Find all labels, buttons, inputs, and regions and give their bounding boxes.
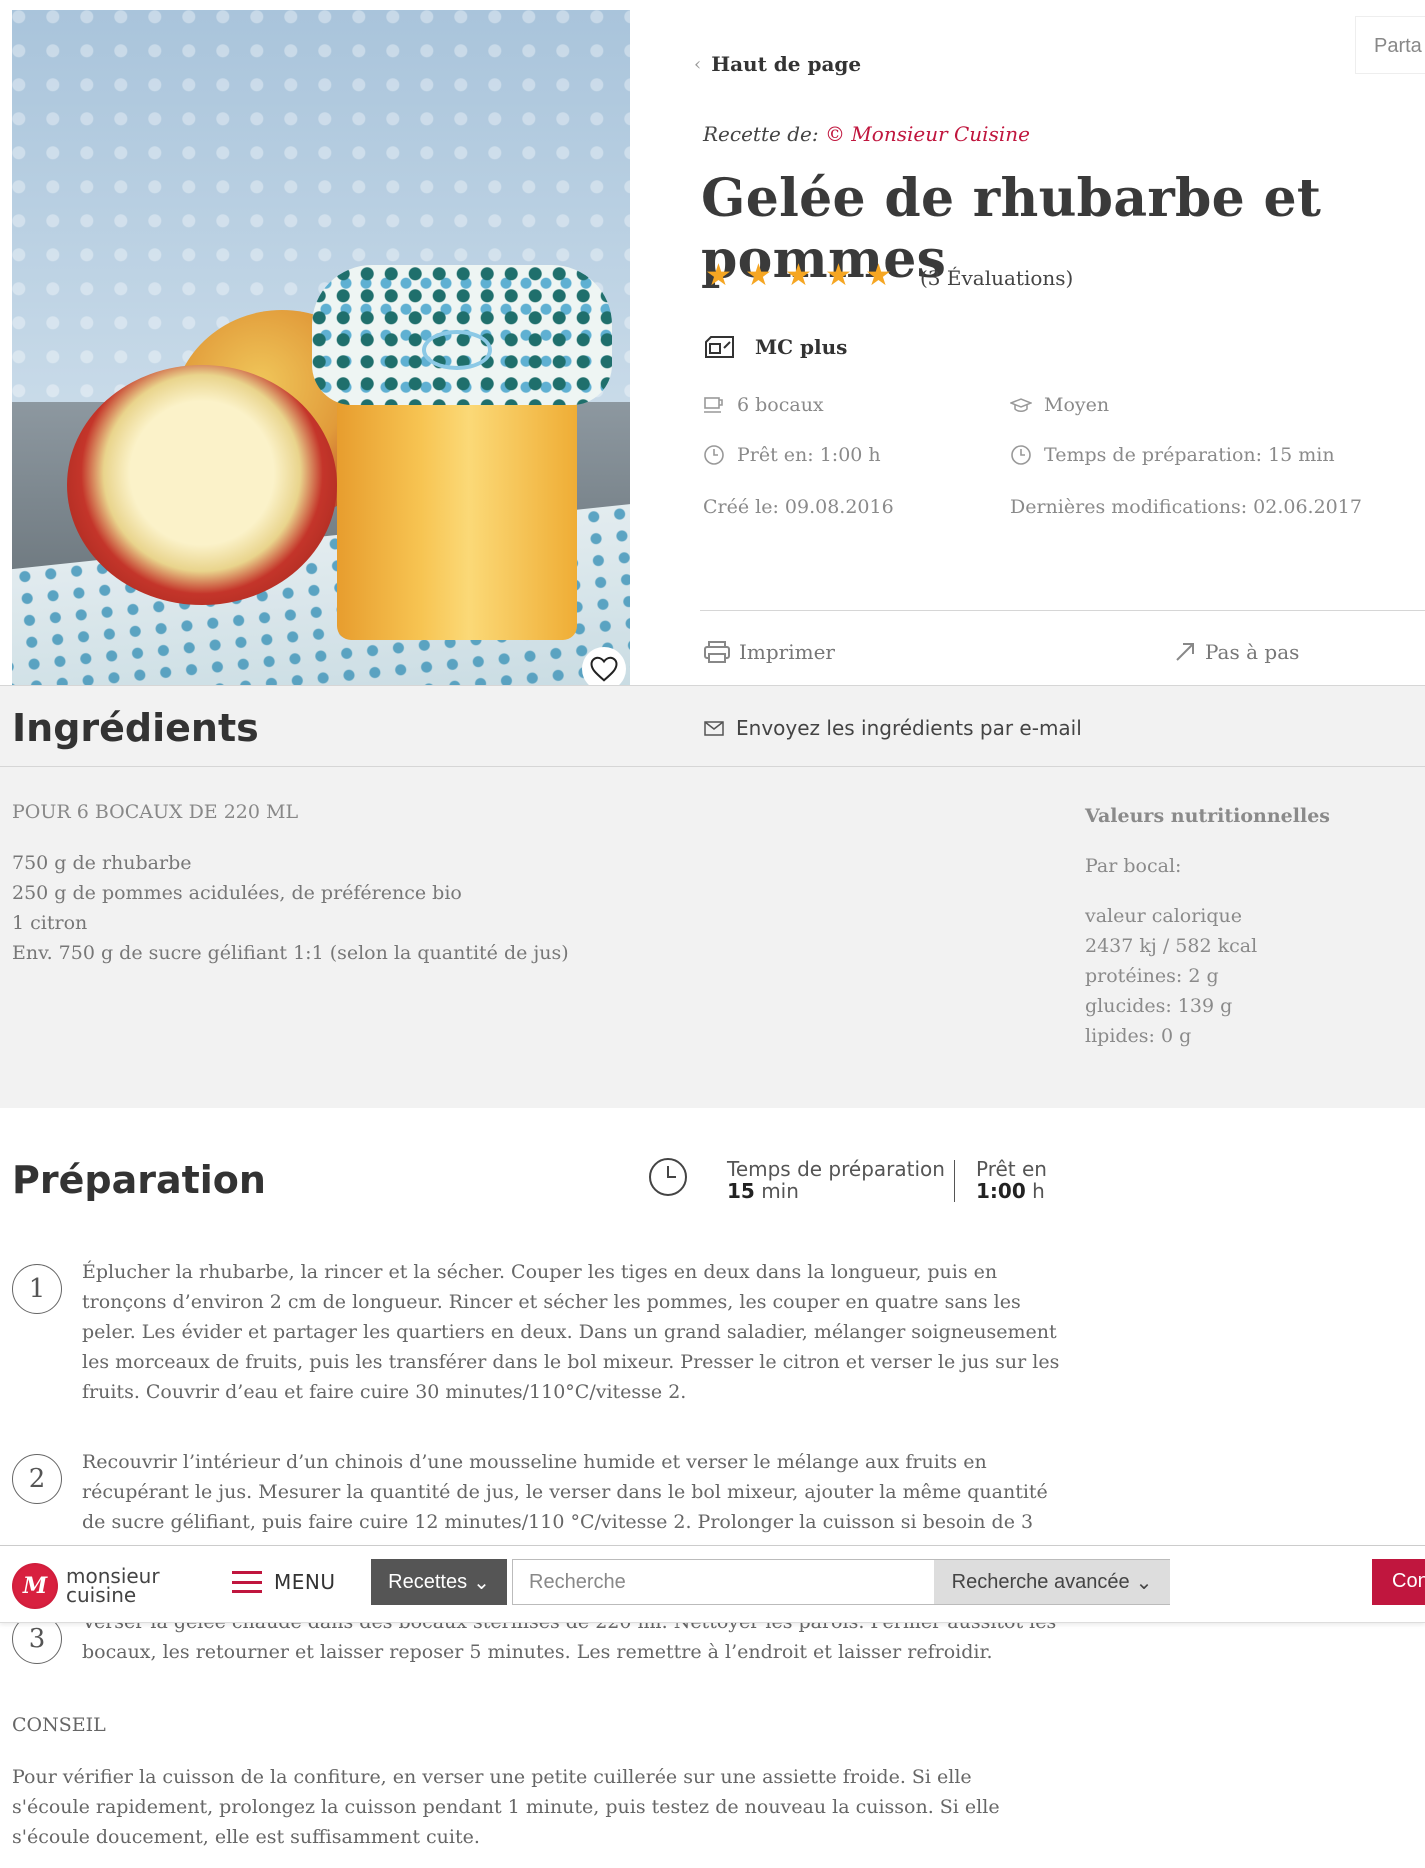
- ratings-count[interactable]: (3 Évaluations): [920, 266, 1073, 290]
- step-text: Recouvrir l’intérieur d’un chinois d’une…: [82, 1451, 1048, 1533]
- chevron-down-icon: ⌄: [1135, 1571, 1153, 1594]
- recipe-author: Recette de: © Monsieur Cuisine: [703, 122, 1030, 146]
- ingredient-item: 750 g de rhubarbe: [12, 852, 192, 874]
- back-to-top-label: Haut de page: [711, 52, 862, 76]
- ingredient-item: 1 citron: [12, 912, 88, 934]
- prep-time-value: 15: [727, 1179, 755, 1203]
- email-ingredients-link[interactable]: Envoyez les ingrédients par e-mail: [704, 716, 1082, 740]
- search-box: Recherche avancée ⌄: [512, 1559, 1170, 1605]
- step-number: 2: [12, 1454, 62, 1504]
- logo-mark-icon: M: [12, 1563, 58, 1609]
- nutrition-protein: protéines: 2 g: [1085, 965, 1219, 987]
- step-number: 1: [12, 1264, 62, 1314]
- step-by-step-button[interactable]: Pas à pas: [1173, 640, 1299, 664]
- ready-time-info: Prêt en: 1:00 h: [703, 444, 881, 466]
- created-date: Créé le: 09.08.2016: [703, 496, 894, 518]
- chevron-left-icon: ‹: [694, 53, 702, 75]
- ingredients-yield: POUR 6 BOCAUX DE 220 ML: [12, 801, 299, 823]
- nutrition-heading: Valeurs nutritionnelles: [1085, 805, 1330, 827]
- tip-text: Pour vérifier la cuisson de la confiture…: [12, 1766, 1000, 1848]
- divider: [954, 1160, 955, 1202]
- back-to-top-link[interactable]: ‹ Haut de page: [694, 52, 861, 76]
- cooking-machine-icon: [705, 336, 734, 358]
- recipe-photo: [12, 10, 630, 685]
- nutrition-carbs: glucides: 139 g: [1085, 995, 1233, 1017]
- clock-icon: [1011, 445, 1031, 465]
- star-icon: ★: [825, 258, 852, 293]
- ready-label: Prêt en: [976, 1157, 1047, 1181]
- share-button[interactable]: Parta: [1355, 16, 1425, 74]
- advanced-search-button[interactable]: Recherche avancée ⌄: [934, 1560, 1170, 1604]
- login-button[interactable]: Con: [1372, 1559, 1425, 1605]
- divider: [700, 610, 1425, 611]
- menu-button[interactable]: MENU: [232, 1570, 336, 1594]
- chevron-down-icon: ⌄: [473, 1571, 490, 1594]
- heart-icon: [590, 656, 618, 682]
- ingredient-item: Env. 750 g de sucre gélifiant 1:1 (selon…: [12, 942, 569, 964]
- print-button[interactable]: Imprimer: [703, 640, 835, 664]
- cup-icon: [704, 397, 723, 413]
- star-icon: ★: [865, 258, 892, 293]
- clock-icon: [649, 1158, 687, 1196]
- expand-arrow-icon: [1176, 643, 1194, 661]
- star-icon: ★: [785, 258, 812, 293]
- device-label: MC plus: [755, 335, 848, 359]
- device-badge: MC plus: [703, 334, 847, 360]
- prep-time-info: Temps de préparation: 15 min: [1010, 444, 1335, 466]
- ingredients-section: Ingrédients Envoyez les ingrédients par …: [0, 685, 1425, 1108]
- step-text: Éplucher la rhubarbe, la rincer et la sé…: [82, 1261, 1060, 1403]
- printer-icon: [704, 641, 730, 663]
- clock-icon: [704, 445, 724, 465]
- nutrition-fat: lipides: 0 g: [1085, 1025, 1192, 1047]
- preparation-title: Préparation: [12, 1158, 266, 1202]
- portions-info: 6 bocaux: [703, 394, 824, 416]
- envelope-icon: [704, 720, 724, 736]
- rating-stars[interactable]: ★ ★ ★ ★ ★: [705, 258, 893, 293]
- difficulty-info: Moyen: [1010, 394, 1109, 416]
- graduation-cap-icon: [1010, 398, 1032, 412]
- ingredients-list: 750 g de rhubarbe 250 g de pommes acidul…: [12, 848, 569, 968]
- nutrition-panel: Valeurs nutritionnelles Par bocal: valeu…: [1085, 801, 1330, 1051]
- favorite-button[interactable]: [582, 647, 626, 685]
- hamburger-icon: [232, 1571, 262, 1593]
- prep-time-label: Temps de préparation: [727, 1157, 945, 1181]
- modified-date: Dernières modifications: 02.06.2017: [1010, 496, 1362, 518]
- sticky-navbar: M monsieur cuisine MENU Recettes ⌄ Reche…: [0, 1545, 1425, 1623]
- ready-time-summary: Prêt en 1:00 h: [976, 1157, 1047, 1203]
- nutrition-per: Par bocal:: [1085, 855, 1182, 877]
- nutrition-calorie-label: valeur calorique: [1085, 905, 1243, 927]
- nutrition-calorie-value: 2437 kj / 582 kcal: [1085, 935, 1258, 957]
- ready-value: 1:00: [976, 1179, 1026, 1203]
- site-logo[interactable]: M monsieur cuisine: [12, 1563, 160, 1609]
- author-prefix: Recette de:: [703, 122, 819, 146]
- author-link[interactable]: © Monsieur Cuisine: [825, 122, 1030, 146]
- star-icon: ★: [745, 258, 772, 293]
- ingredient-item: 250 g de pommes acidulées, de préférence…: [12, 882, 462, 904]
- ingredients-title: Ingrédients: [12, 706, 259, 750]
- prep-time-summary: Temps de préparation 15 min: [727, 1157, 945, 1203]
- search-input[interactable]: [513, 1560, 933, 1604]
- recipes-dropdown[interactable]: Recettes ⌄: [371, 1559, 507, 1605]
- star-icon: ★: [705, 258, 732, 293]
- tip-heading: CONSEIL: [12, 1714, 106, 1736]
